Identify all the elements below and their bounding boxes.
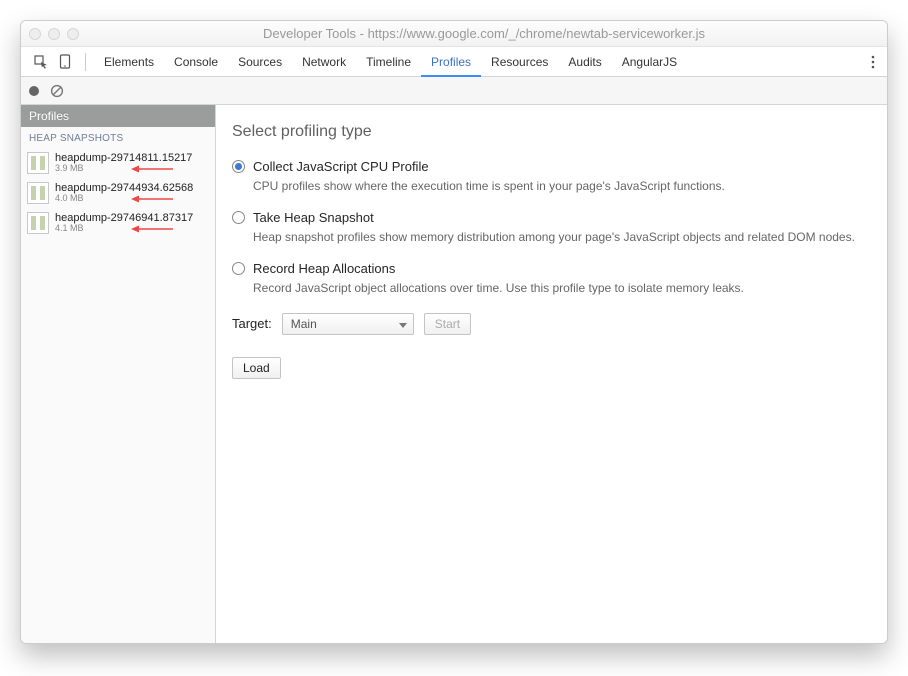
annotation-arrow-icon [131, 160, 173, 178]
radio-icon[interactable] [232, 262, 245, 275]
titlebar: Developer Tools - https://www.google.com… [21, 21, 887, 47]
annotation-arrow-icon [131, 190, 173, 208]
snapshot-item[interactable]: heapdump-29746941.87317 4.1 MB [21, 208, 215, 238]
profile-option-heap-alloc[interactable]: Record Heap Allocations [232, 261, 871, 276]
load-button[interactable]: Load [232, 357, 281, 379]
devtools-window: Developer Tools - https://www.google.com… [20, 20, 888, 644]
zoom-icon[interactable] [67, 28, 79, 40]
page-heading: Select profiling type [232, 123, 871, 141]
target-label: Target: [232, 316, 272, 331]
tab-angularjs[interactable]: AngularJS [612, 47, 687, 77]
devtools-tabbar: Elements Console Sources Network Timelin… [21, 47, 887, 77]
option-desc: Record JavaScript object allocations ove… [253, 280, 871, 296]
option-desc: Heap snapshot profiles show memory distr… [253, 229, 871, 245]
option-label: Collect JavaScript CPU Profile [253, 159, 429, 174]
tab-resources[interactable]: Resources [481, 47, 558, 77]
radio-icon[interactable] [232, 211, 245, 224]
radio-icon[interactable] [232, 160, 245, 173]
tabs: Elements Console Sources Network Timelin… [94, 47, 687, 77]
window-title-prefix: Developer Tools - [263, 26, 368, 41]
tab-network[interactable]: Network [292, 47, 356, 77]
snapshot-icon [27, 152, 49, 174]
toolbar-left-icons [27, 54, 79, 70]
target-value: Main [291, 317, 317, 331]
more-icon[interactable] [865, 54, 881, 70]
option-label: Record Heap Allocations [253, 261, 395, 276]
tab-profiles[interactable]: Profiles [421, 47, 481, 77]
window-title-url: https://www.google.com/_/chrome/newtab-s… [368, 26, 705, 41]
chevron-down-icon [399, 317, 407, 331]
snapshot-icon [27, 182, 49, 204]
target-select[interactable]: Main [282, 313, 414, 335]
tab-audits[interactable]: Audits [558, 47, 611, 77]
minimize-icon[interactable] [48, 28, 60, 40]
tab-console[interactable]: Console [164, 47, 228, 77]
content-body: Profiles HEAP SNAPSHOTS heapdump-2971481… [21, 105, 887, 643]
select-element-icon[interactable] [33, 54, 49, 70]
snapshot-item[interactable]: heapdump-29714811.15217 3.9 MB [21, 148, 215, 178]
option-desc: CPU profiles show where the execution ti… [253, 178, 871, 194]
clear-icon[interactable] [49, 83, 65, 99]
tab-sources[interactable]: Sources [228, 47, 292, 77]
separator [85, 53, 86, 71]
profiles-subbar [21, 77, 887, 105]
sidebar-section-heap-snapshots: HEAP SNAPSHOTS [21, 127, 215, 148]
snapshot-item[interactable]: heapdump-29744934.62568 4.0 MB [21, 178, 215, 208]
tab-elements[interactable]: Elements [94, 47, 164, 77]
snapshot-icon [27, 212, 49, 234]
profiles-sidebar: Profiles HEAP SNAPSHOTS heapdump-2971481… [21, 105, 216, 643]
record-icon[interactable] [29, 86, 39, 96]
annotation-arrow-icon [131, 220, 173, 238]
option-label: Take Heap Snapshot [253, 210, 374, 225]
device-toggle-icon[interactable] [57, 54, 73, 70]
target-row: Target: Main Start [232, 313, 871, 335]
tab-timeline[interactable]: Timeline [356, 47, 421, 77]
traffic-lights [29, 28, 79, 40]
profile-option-heap-snapshot[interactable]: Take Heap Snapshot [232, 210, 871, 225]
profiles-main: Select profiling type Collect JavaScript… [216, 105, 887, 643]
sidebar-header: Profiles [21, 105, 215, 127]
window-title: Developer Tools - https://www.google.com… [89, 26, 879, 41]
profile-option-cpu[interactable]: Collect JavaScript CPU Profile [232, 159, 871, 174]
close-icon[interactable] [29, 28, 41, 40]
start-button[interactable]: Start [424, 313, 471, 335]
